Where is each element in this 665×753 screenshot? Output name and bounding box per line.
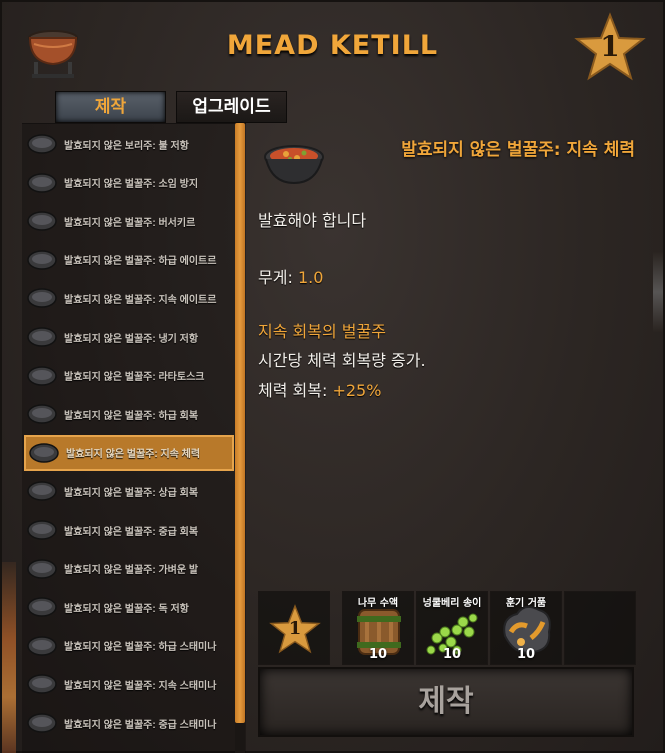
mead-bowl-icon xyxy=(27,172,57,193)
fermentation-note: 발효해야 합니다 xyxy=(258,211,367,230)
recipe-list-item[interactable]: 발효되지 않은 벌꿀주: 상급 회복 xyxy=(24,473,234,509)
mead-bowl-icon xyxy=(27,327,57,347)
requirement-star: 1 xyxy=(269,604,321,656)
station-level-value: 1 xyxy=(600,30,620,63)
mead-bowl-icon xyxy=(27,404,57,424)
window-title: MEAD KETILL xyxy=(226,30,439,61)
recipe-list-item[interactable]: 발효되지 않은 벌꿀주: 버서키르 xyxy=(24,203,234,239)
mead-bowl-icon xyxy=(27,134,57,154)
effect-name: 지속 회복의 벌꿀주 xyxy=(258,322,386,341)
recipe-list-item[interactable]: 발효되지 않은 벌꿀주: 중급 스태미나 xyxy=(24,705,234,741)
mead-bowl-icon xyxy=(27,636,57,656)
recipe-list-item[interactable]: 발효되지 않은 벌꿀주: 지속 스태미나 xyxy=(24,666,234,702)
recipe-list-item[interactable]: 발효되지 않은 벌꿀주: 냉기 저항 xyxy=(24,319,234,355)
recipe-list-item[interactable]: 발효되지 않은 벌꿀주: 소임 방지 xyxy=(24,165,234,201)
recipe-label: 발효되지 않은 벌꿀주: 가벼운 발 xyxy=(64,565,199,577)
tab-upgrade[interactable]: 업그레이드 xyxy=(176,91,287,123)
recipe-list-item[interactable]: 발효되지 않은 보리주: 불 저항 xyxy=(24,126,234,162)
recipe-list-item[interactable]: 발효되지 않은 벌꿀주: 하급 회복 xyxy=(24,396,234,432)
recipe-label: 발효되지 않은 벌꿀주: 지속 스태미나 xyxy=(64,680,217,692)
recipe-title: 발효되지 않은 벌꿀주: 지속 체력 xyxy=(401,140,635,160)
required-station-level: 1 xyxy=(258,591,330,665)
weight-value: 1.0 xyxy=(297,268,324,287)
mead-bowl-icon xyxy=(264,145,324,185)
recipe-label: 발효되지 않은 벌꿀주: 중급 스태미나 xyxy=(64,719,217,731)
tab-craft[interactable]: 제작 xyxy=(55,91,166,123)
recipe-label: 발효되지 않은 벌꿀주: 버서키르 xyxy=(64,217,196,229)
recipe-list-scrollbar-thumb[interactable] xyxy=(235,123,245,723)
station-level-badge: 1 xyxy=(574,12,646,84)
ingredient-slot[interactable]: 훈기 거품 10 xyxy=(490,591,562,665)
recipe-list-item[interactable]: 발효되지 않은 벌꿀주: 중급 회복 xyxy=(24,512,234,548)
recipe-list-item[interactable]: 발효되지 않은 벌꿀주: 독 저항 xyxy=(24,589,234,625)
ingredient-amount: 10 xyxy=(442,647,462,662)
ingredient-amount: 10 xyxy=(368,647,388,662)
ingredient-name: 훈기 거품 xyxy=(505,598,547,609)
recipe-label: 발효되지 않은 벌꿀주: 독 저항 xyxy=(64,603,189,615)
craft-button[interactable]: 제작 xyxy=(258,667,634,737)
recipe-label: 발효되지 않은 벌꿀주: 중급 회복 xyxy=(64,526,199,538)
mead-bowl-icon xyxy=(27,481,57,502)
recipe-label: 발효되지 않은 벌꿀주: 소임 방지 xyxy=(64,179,199,191)
recipe-label: 발효되지 않은 벌꿀주: 지속 체력 xyxy=(66,449,201,461)
recipe-label: 발효되지 않은 벌꿀주: 지속 에이트르 xyxy=(64,294,217,306)
effect-description: 시간당 체력 회복량 증가. xyxy=(258,351,426,370)
recipe-list[interactable]: 발효되지 않은 보리주: 불 저항발효되지 않은 벌꿀주: 소임 방지발효되지 … xyxy=(22,123,246,753)
stat-label: 체력 회복: xyxy=(258,381,328,400)
mead-bowl-icon xyxy=(27,520,57,540)
ingredient-name: 넝쿨베리 송이 xyxy=(422,598,482,609)
mead-bowl-icon xyxy=(27,597,57,617)
mead-bowl-icon xyxy=(27,211,57,231)
recipe-detail-panel: 발효되지 않은 벌꿀주: 지속 체력 발효해야 합니다 무게: 1.0 지속 회… xyxy=(248,123,645,593)
recipe-label: 발효되지 않은 벌꿀주: 상급 회복 xyxy=(64,487,199,499)
recipe-label: 발효되지 않은 벌꿀주: 냉기 저항 xyxy=(64,333,199,345)
ingredient-slot[interactable]: 넝쿨베리 송이 10 xyxy=(416,591,488,665)
recipe-label: 발효되지 않은 벌꿀주: 하급 스태미나 xyxy=(64,642,217,654)
recipe-list-item[interactable]: 발효되지 않은 벌꿀주: 가벼운 발 xyxy=(24,551,234,587)
recipe-list-item[interactable]: 발효되지 않은 벌꿀주: 지속 체력 xyxy=(24,434,234,471)
stat-line: 체력 회복: +25% xyxy=(258,377,381,401)
weight-line: 무게: 1.0 xyxy=(258,264,323,288)
stat-value: +25% xyxy=(332,381,382,400)
mead-bowl-icon xyxy=(27,288,57,309)
weight-label: 무게: xyxy=(258,268,293,287)
crafting-window: MEAD KETILL 1 제작 업그레이드 발효되지 않은 보리주: 불 저항… xyxy=(0,0,665,753)
mead-bowl-icon xyxy=(27,558,57,579)
empty-ingredient-slot xyxy=(564,591,636,665)
recipe-label: 발효되지 않은 벌꿀주: 하급 에이트르 xyxy=(64,256,217,268)
background-fire-glow xyxy=(2,562,16,753)
background-edge xyxy=(653,252,663,332)
recipe-list-item[interactable]: 발효되지 않은 벌꿀주: 라타토스크 xyxy=(24,358,234,394)
recipe-list-item[interactable]: 발효되지 않은 벌꿀주: 하급 스태미나 xyxy=(24,628,234,664)
mead-bowl-icon xyxy=(27,250,57,270)
ingredient-slot[interactable]: 나무 수액 10 xyxy=(342,591,414,665)
recipe-list-item[interactable]: 발효되지 않은 벌꿀주: 하급 에이트르 xyxy=(24,242,234,278)
mead-bowl-icon xyxy=(27,365,57,386)
mead-bowl-icon xyxy=(27,674,57,695)
required-level-value: 1 xyxy=(288,618,302,639)
recipe-label: 발효되지 않은 벌꿀주: 하급 회복 xyxy=(64,410,199,422)
recipe-label: 발효되지 않은 벌꿀주: 라타토스크 xyxy=(64,372,205,384)
mead-bowl-icon xyxy=(29,443,59,463)
mead-bowl-icon xyxy=(27,713,57,733)
ingredient-name: 나무 수액 xyxy=(357,598,399,609)
recipe-list-item[interactable]: 발효되지 않은 벌꿀주: 지속 에이트르 xyxy=(24,280,234,316)
recipe-label: 발효되지 않은 보리주: 불 저항 xyxy=(64,140,189,152)
ingredient-amount: 10 xyxy=(516,647,536,662)
